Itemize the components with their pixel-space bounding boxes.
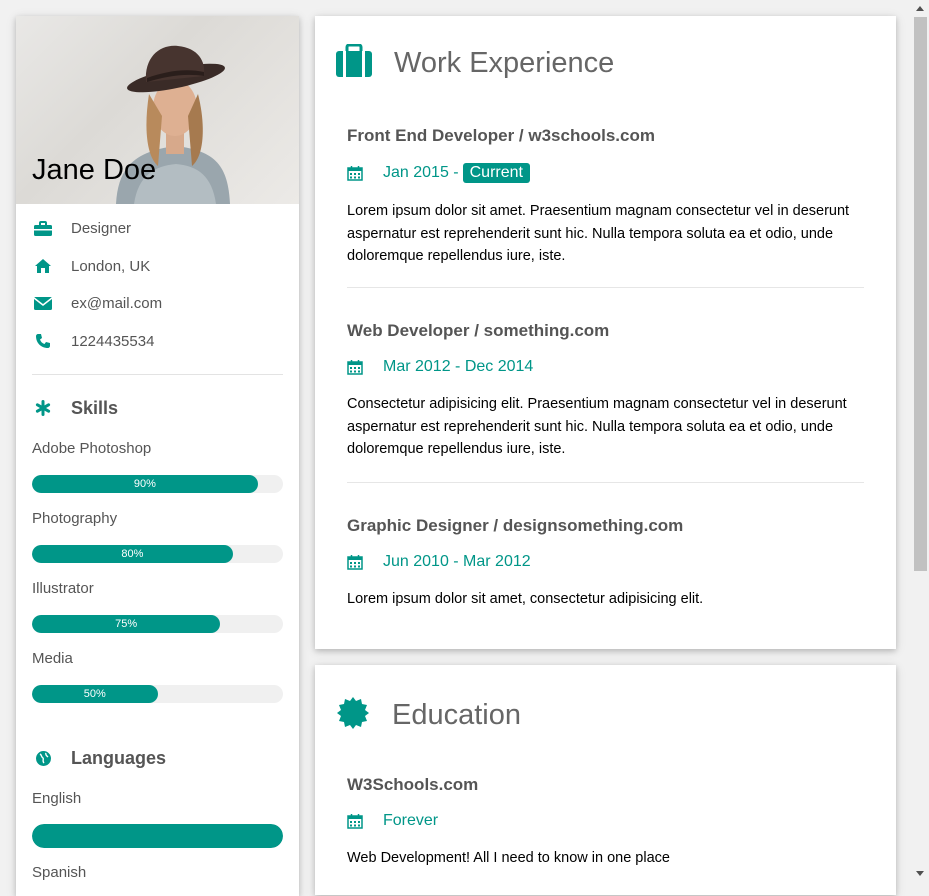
languages-heading: Languages bbox=[16, 747, 299, 769]
info-location: London, UK bbox=[16, 248, 299, 286]
phone-icon bbox=[32, 332, 54, 350]
info-title: Designer bbox=[16, 210, 299, 248]
asterisk-icon bbox=[32, 400, 54, 416]
skill-progress-fill: 80% bbox=[32, 545, 233, 563]
education-header: Education bbox=[335, 695, 521, 736]
job-date-text: Mar 2012 - Dec 2014 bbox=[383, 358, 534, 375]
job-divider bbox=[347, 287, 864, 288]
scrollbar[interactable] bbox=[912, 0, 929, 882]
profile-card: Jane Doe Designer London, UK ex@mail.com… bbox=[16, 16, 299, 896]
skills-heading: Skills bbox=[16, 397, 299, 419]
job-dates: Jun 2010 - Mar 2012 bbox=[347, 553, 864, 571]
skill-progress-fill: 75% bbox=[32, 615, 221, 633]
info-email-text: ex@mail.com bbox=[71, 295, 163, 313]
info-phone-text: 1224435534 bbox=[71, 332, 155, 350]
home-icon bbox=[32, 257, 54, 275]
job-date-text: Jun 2010 - Mar 2012 bbox=[383, 553, 531, 570]
skills-heading-text: Skills bbox=[71, 397, 119, 418]
job-title: Graphic Designer / designsomething.com bbox=[347, 516, 684, 535]
left-divider bbox=[32, 374, 283, 375]
job-dates: Jan 2015 - Current bbox=[347, 163, 864, 183]
info-location-text: London, UK bbox=[71, 257, 151, 275]
certificate-icon bbox=[335, 695, 371, 736]
education-description: Web Development! All I need to know in o… bbox=[347, 850, 670, 866]
calendar-icon bbox=[347, 359, 365, 375]
language-label: Spanish bbox=[32, 864, 87, 881]
skill-progress-bar: 75% bbox=[32, 615, 283, 633]
job-title: Web Developer / something.com bbox=[347, 321, 610, 340]
scroll-down-arrow[interactable] bbox=[916, 871, 924, 876]
school-name: W3Schools.com bbox=[347, 775, 479, 794]
scrollbar-thumb[interactable] bbox=[914, 17, 927, 571]
job-description: Consectetur adipisicing elit. Praesentiu… bbox=[347, 396, 847, 457]
job-description: Lorem ipsum dolor sit amet, consectetur … bbox=[347, 591, 704, 607]
profile-name: Jane Doe bbox=[32, 154, 157, 186]
skill-progress-fill: 50% bbox=[32, 685, 158, 703]
job-entry: Graphic Designer / designsomething.com J… bbox=[347, 516, 864, 611]
current-badge: Current bbox=[462, 163, 530, 183]
skill-progress-bar: 80% bbox=[32, 545, 283, 563]
skill-label: Photography bbox=[32, 510, 118, 527]
skill-progress-fill: 90% bbox=[32, 475, 258, 493]
globe-icon bbox=[32, 750, 54, 767]
job-entry: Front End Developer / w3schools.com Jan … bbox=[347, 126, 864, 268]
language-label: English bbox=[32, 790, 82, 807]
job-title: Front End Developer / w3schools.com bbox=[347, 126, 655, 145]
calendar-icon bbox=[347, 165, 365, 181]
skill-label: Media bbox=[32, 650, 73, 667]
briefcase-icon bbox=[335, 43, 373, 83]
education-dates: Forever bbox=[347, 812, 864, 830]
languages-heading-text: Languages bbox=[71, 747, 167, 768]
education-entry: W3Schools.com Forever Web Development! A… bbox=[347, 775, 864, 870]
education-title: Education bbox=[392, 699, 521, 731]
skill-label: Illustrator bbox=[32, 580, 94, 597]
language-progress-bar bbox=[32, 824, 283, 848]
job-divider bbox=[347, 482, 864, 483]
info-title-text: Designer bbox=[71, 220, 132, 238]
job-date-text: Jan 2015 - bbox=[383, 164, 459, 181]
profile-photo: Jane Doe bbox=[16, 16, 299, 204]
briefcase-icon bbox=[32, 220, 54, 238]
scroll-up-arrow[interactable] bbox=[916, 6, 924, 11]
envelope-icon bbox=[32, 295, 54, 313]
calendar-icon bbox=[347, 813, 365, 829]
job-description: Lorem ipsum dolor sit amet. Praesentium … bbox=[347, 203, 850, 264]
skill-progress-bar: 90% bbox=[32, 475, 283, 493]
education-card: Education W3Schools.com Forever Web Deve… bbox=[315, 665, 896, 895]
info-phone: 1224435534 bbox=[16, 323, 299, 361]
work-experience-title: Work Experience bbox=[394, 47, 615, 79]
skill-progress-bar: 50% bbox=[32, 685, 283, 703]
education-date-text: Forever bbox=[383, 812, 439, 829]
skill-label: Adobe Photoshop bbox=[32, 440, 152, 457]
work-experience-header: Work Experience bbox=[335, 43, 615, 83]
work-experience-card: Work Experience Front End Developer / w3… bbox=[315, 16, 896, 649]
info-email: ex@mail.com bbox=[16, 285, 299, 323]
job-entry: Web Developer / something.com Mar 2012 -… bbox=[347, 321, 864, 461]
job-dates: Mar 2012 - Dec 2014 bbox=[347, 358, 864, 376]
calendar-icon bbox=[347, 554, 365, 570]
language-progress-fill bbox=[32, 824, 283, 848]
